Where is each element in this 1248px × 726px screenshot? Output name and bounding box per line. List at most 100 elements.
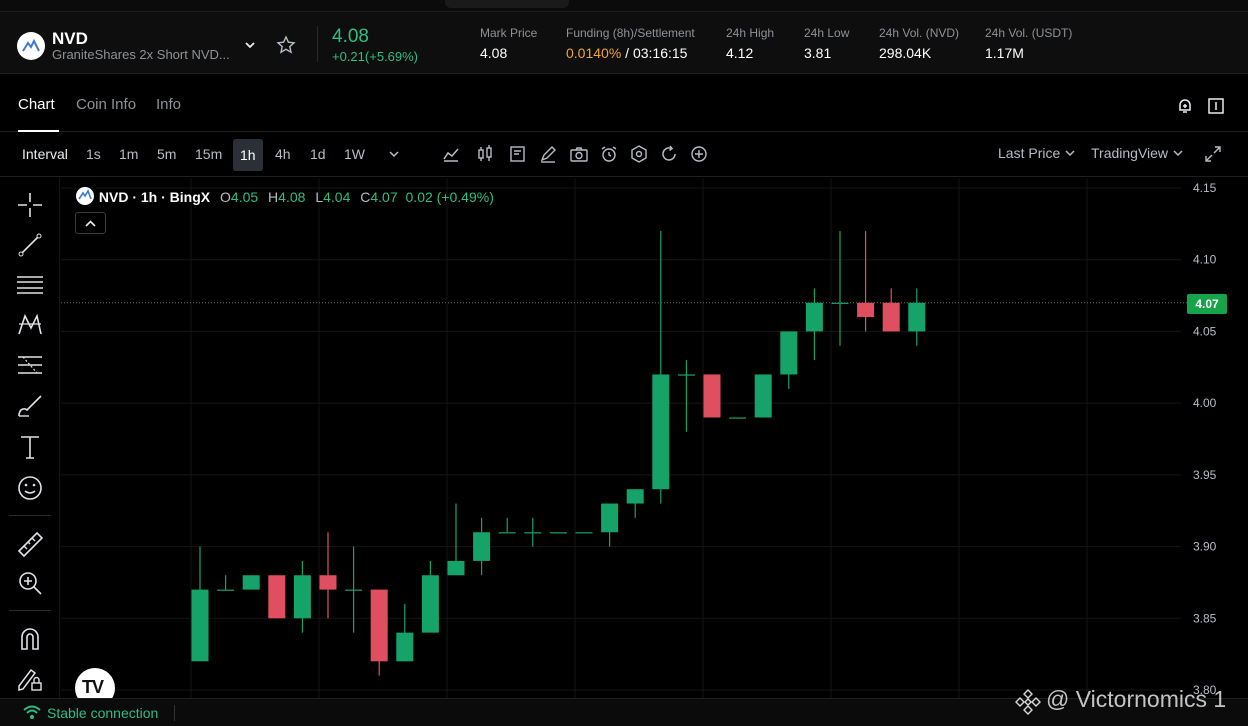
candlestick-chart[interactable]: 4.154.104.054.003.953.903.853.80 — [61, 178, 1248, 698]
fib-retracement-icon[interactable] — [15, 350, 45, 380]
add-indicator-icon[interactable] — [689, 144, 709, 164]
price-source-value: Last Price — [998, 145, 1061, 161]
stat-value: 0.0140% / 03:16:15 — [566, 45, 695, 61]
candle-style-icon[interactable] — [475, 144, 495, 164]
alarm-clock-icon[interactable] — [599, 144, 619, 164]
candle-body — [754, 374, 772, 418]
legend-close: 4.07 — [370, 189, 398, 205]
more-intervals-chevron-icon[interactable] — [384, 144, 404, 164]
lock-drawing-icon[interactable] — [15, 664, 45, 694]
indicators-icon[interactable] — [441, 144, 461, 164]
interval-1w[interactable]: 1W — [344, 146, 365, 162]
candle-body — [345, 589, 363, 591]
chevron-up-icon — [85, 220, 96, 227]
y-axis-tick-label: 3.95 — [1193, 468, 1217, 482]
legend-high: 4.08 — [278, 189, 306, 205]
symbol-name[interactable]: NVD — [52, 29, 88, 49]
chart-toolbar: Interval 1s 1m 5m 15m 1h 4h 1d 1W Last P… — [0, 133, 1248, 177]
candle-body — [805, 302, 823, 332]
browser-tab-stub — [445, 0, 569, 8]
candle-body — [268, 575, 286, 619]
candle-body — [729, 417, 747, 419]
fullscreen-icon[interactable] — [1203, 144, 1223, 164]
tools-divider — [9, 515, 51, 516]
pattern-tool-icon[interactable] — [15, 310, 45, 340]
tab-coin-info[interactable]: Coin Info — [76, 96, 136, 113]
candle-body — [857, 302, 875, 318]
y-axis-tick-label: 3.90 — [1193, 540, 1217, 554]
stat-label[interactable]: Funding (8h)/Settlement — [566, 26, 695, 40]
collapse-legend-button[interactable] — [75, 212, 106, 234]
legend-close-label: C — [360, 189, 371, 205]
y-axis-tick-label: 4.00 — [1193, 396, 1217, 410]
watermark-logo-icon — [1015, 689, 1041, 715]
legend-open-label: O — [220, 189, 231, 205]
stat-value: 298.04K — [879, 45, 932, 61]
symbol-dropdown-chevron-icon[interactable] — [243, 38, 257, 52]
watermark-text: @ Victornomics 1 — [1046, 686, 1227, 712]
stat-label: 24h Vol. (USDT) — [985, 26, 1073, 40]
view-tabs: Chart Coin Info Info — [0, 74, 1248, 132]
stat-24h-low: 24h Low 3.81 — [804, 26, 849, 61]
magnet-icon[interactable] — [15, 624, 45, 654]
candle-body — [370, 589, 388, 662]
y-axis-tick-label: 4.15 — [1193, 181, 1217, 195]
reload-icon[interactable] — [659, 144, 679, 164]
candle-body — [908, 302, 926, 332]
last-price: 4.08 — [332, 26, 369, 47]
camera-icon[interactable] — [569, 144, 589, 164]
symbol-full-name: GraniteShares 2x Short NVD... — [52, 47, 230, 62]
draw-pen-icon[interactable] — [538, 144, 558, 164]
candle-body — [242, 575, 260, 590]
chart-provider-value: TradingView — [1091, 145, 1169, 161]
interval-1h[interactable]: 1h — [233, 139, 263, 171]
settings-hex-icon[interactable] — [629, 144, 649, 164]
window-mode-icon[interactable] — [1207, 97, 1225, 115]
settlement-countdown: / 03:16:15 — [621, 45, 688, 61]
candle-body — [549, 532, 567, 534]
candle-body — [780, 331, 798, 375]
candle-body — [652, 374, 670, 490]
zoom-in-icon[interactable] — [15, 568, 45, 598]
tab-chart[interactable]: Chart — [18, 96, 55, 113]
emoji-icon[interactable] — [15, 473, 45, 503]
interval-1m[interactable]: 1m — [119, 146, 138, 162]
candle-body — [524, 532, 542, 534]
add-alert-icon[interactable] — [1176, 97, 1194, 115]
token-logo-icon — [17, 32, 45, 60]
market-header: NVD GraniteShares 2x Short NVD... 4.08 +… — [0, 12, 1248, 74]
y-axis-tick-label: 3.85 — [1193, 611, 1217, 625]
legend-open: 4.05 — [230, 189, 259, 205]
interval-1d[interactable]: 1d — [310, 146, 326, 162]
interval-4h[interactable]: 4h — [275, 146, 291, 162]
interval-15m[interactable]: 15m — [195, 146, 222, 162]
favorite-star-icon[interactable] — [276, 35, 296, 55]
interval-5m[interactable]: 5m — [157, 146, 176, 162]
candle-body — [498, 532, 516, 534]
legend-change: 0.02 (+0.49%) — [405, 189, 494, 205]
brush-icon[interactable] — [15, 390, 45, 420]
funding-rate: 0.0140% — [566, 45, 622, 61]
stat-24h-vol-usdt: 24h Vol. (USDT) 1.17M — [985, 26, 1072, 61]
text-tool-icon[interactable] — [15, 432, 45, 462]
templates-icon[interactable] — [508, 144, 528, 164]
candle-body — [677, 374, 695, 376]
crosshair-icon[interactable] — [15, 190, 45, 220]
current-price-tag: 4.07 — [1187, 294, 1227, 314]
tab-info[interactable]: Info — [156, 96, 181, 113]
horizontal-lines-icon[interactable] — [15, 270, 45, 300]
trend-line-icon[interactable] — [15, 230, 45, 260]
price-source-select[interactable]: Last Price — [998, 145, 1076, 161]
footer-divider — [174, 705, 175, 721]
ruler-icon[interactable] — [15, 529, 45, 559]
chart-provider-select[interactable]: TradingView — [1091, 145, 1184, 161]
price-change: +0.21(+5.69%) — [332, 49, 419, 64]
candle-body — [626, 489, 644, 504]
legend-low: 4.04 — [323, 189, 351, 205]
interval-1s[interactable]: 1s — [86, 146, 101, 162]
stat-24h-vol-nvd: 24h Vol. (NVD) 298.04K — [879, 26, 959, 61]
y-axis-tick-label: 4.10 — [1193, 253, 1217, 267]
ohlc-legend: NVD · 1h · BingX O4.05 H4.08 L4.04 C4.07… — [75, 186, 494, 206]
y-axis-tick-label: 4.05 — [1193, 324, 1217, 338]
candle-body — [473, 532, 491, 561]
